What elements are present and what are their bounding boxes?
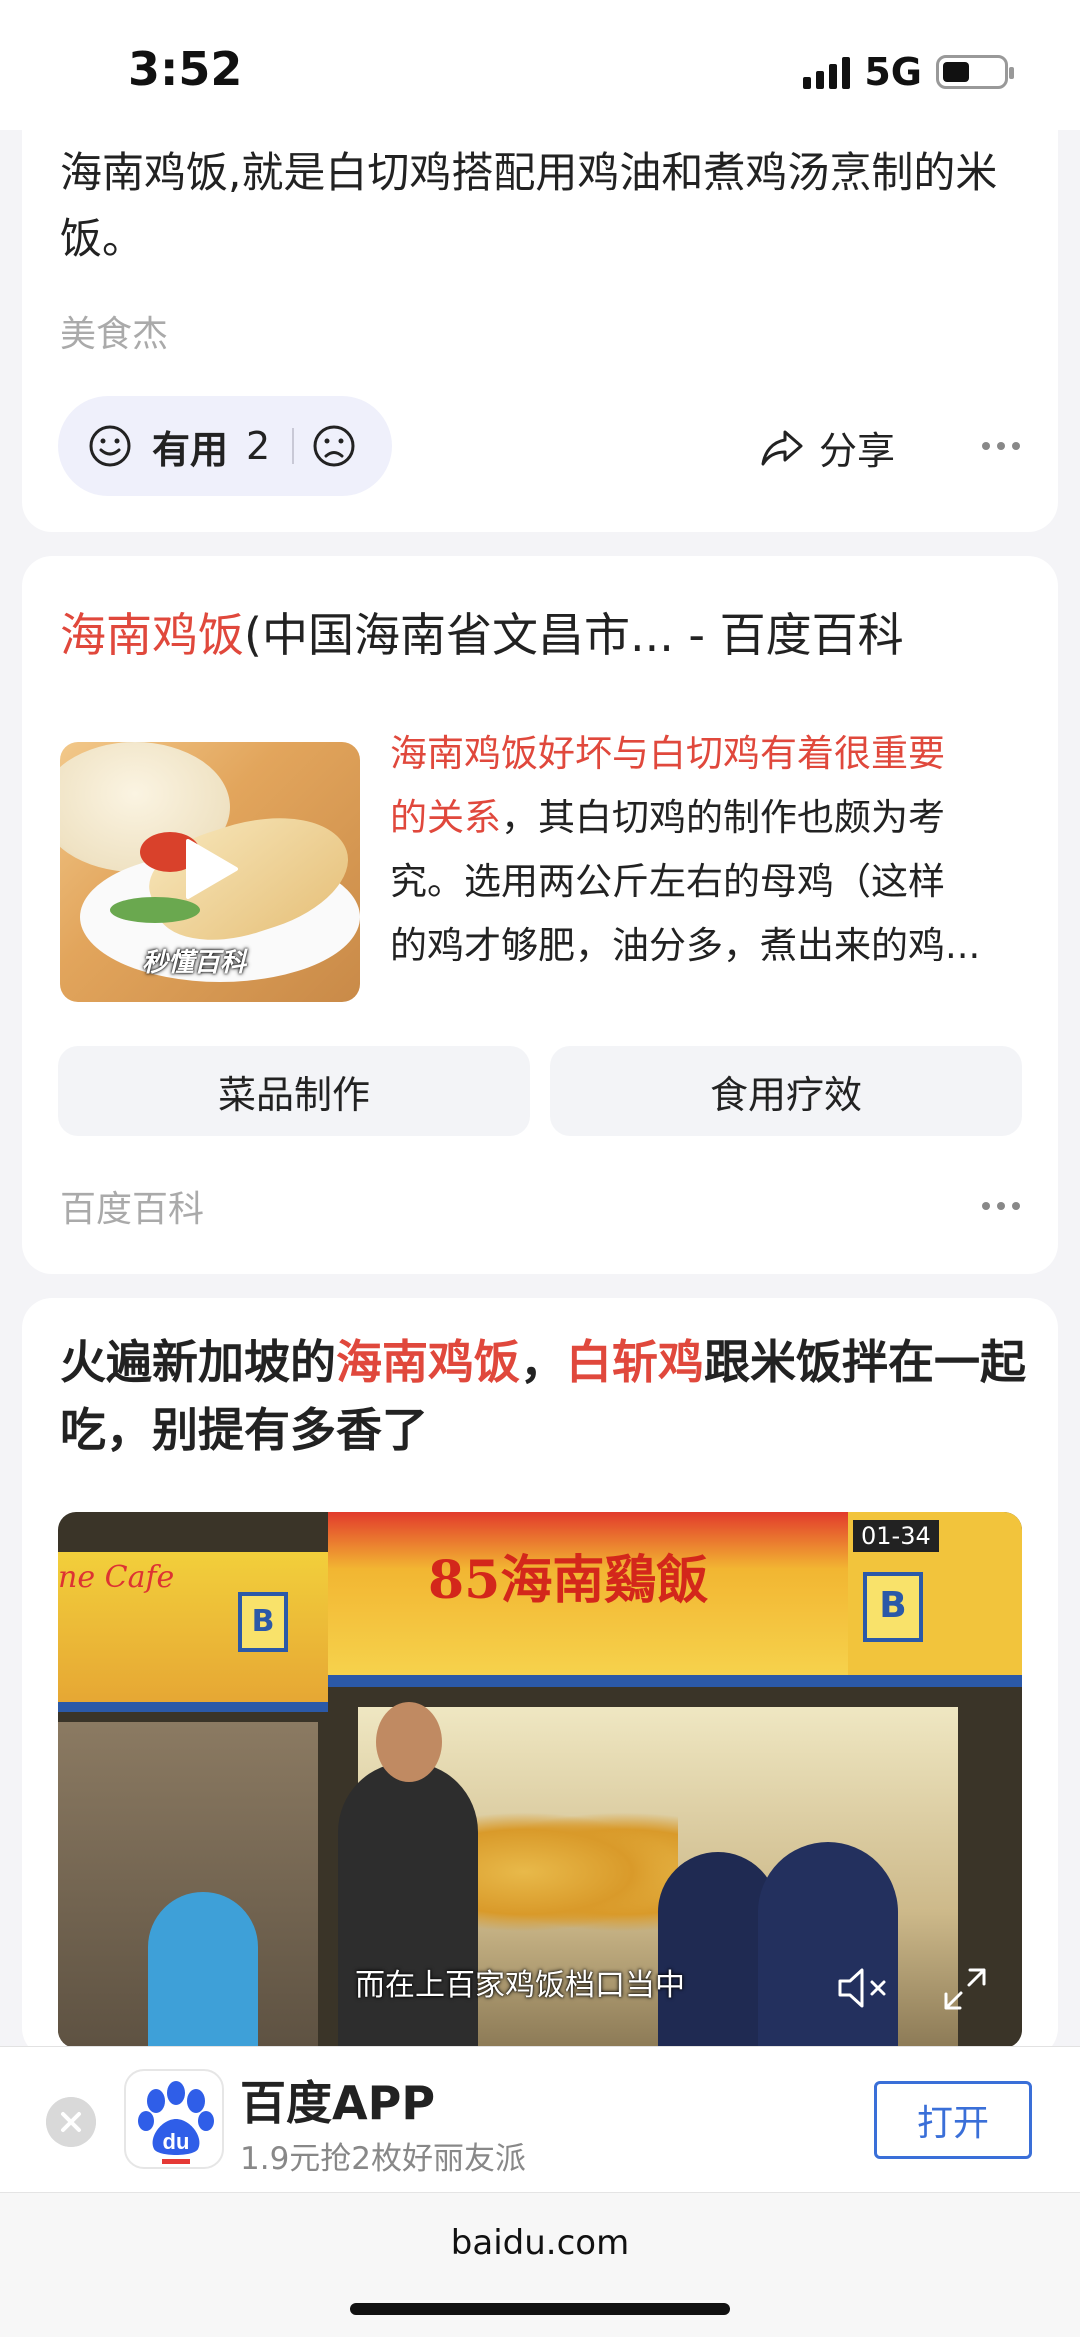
answer-text: 海南鸡饭,就是白切鸡搭配用鸡油和煮鸡汤烹制的米饭。: [60, 148, 998, 263]
network-type: 5G: [864, 50, 922, 94]
summary-line: 海南鸡饭好坏与白切鸡有着很重要: [390, 732, 945, 775]
status-bar: 3:52 5G: [0, 0, 1080, 130]
baidu-app-logo: du: [124, 2069, 224, 2169]
smile-icon[interactable]: [88, 424, 132, 468]
thumb-brand-watermark: 秒懂百科: [142, 948, 247, 978]
video-card[interactable]: 火遍新加坡的海南鸡饭，白斩鸡跟米饭拌在一起吃，别提有多香了 ne Cafe B …: [22, 1298, 1058, 2058]
useful-count: 2: [246, 424, 271, 468]
more-options-icon[interactable]: [982, 442, 1020, 450]
summary-line: 的鸡才够肥，油分多，煮出来的鸡...: [390, 924, 981, 967]
frown-icon[interactable]: [312, 424, 356, 468]
video-stall-sign: 85海南鷄飯: [428, 1550, 709, 1611]
summary-line: 的关系，其白切鸡的制作也颇为考: [390, 796, 945, 839]
feedback-pill: 有用 2: [58, 396, 392, 496]
app-name: 百度APP: [240, 2076, 436, 2130]
baike-title[interactable]: 海南鸡饭(中国海南省文昌市... - 百度百科: [60, 606, 904, 664]
close-icon[interactable]: [46, 2097, 96, 2147]
video-player[interactable]: ne Cafe B 85海南鷄飯 01-34 B 而在上百家鸡饭档口当中: [58, 1512, 1022, 2048]
app-promo-text: 1.9元抢2枚好丽友派: [240, 2141, 527, 2177]
video-title[interactable]: 火遍新加坡的海南鸡饭，白斩鸡跟米饭拌在一起吃，别提有多香了: [60, 1328, 1030, 1464]
page: 3:52 5G 海南鸡饭,就是白切鸡搭配用鸡油和煮鸡汤烹制的米饭。 美食杰 有用…: [0, 0, 1080, 2337]
mute-icon[interactable]: [836, 1964, 892, 2012]
baike-source[interactable]: 百度百科: [60, 1180, 204, 1232]
video-cafe-sign: ne Cafe: [58, 1560, 175, 1595]
feedback-divider: [292, 428, 295, 464]
share-label: 分享: [819, 429, 896, 473]
svg-text:du: du: [163, 2129, 190, 2154]
url-text[interactable]: baidu.com: [0, 2223, 1080, 2263]
useful-button-label[interactable]: 有用: [152, 419, 228, 474]
baike-title-highlight: 海南鸡饭: [60, 608, 244, 662]
tag-button-dish-making[interactable]: 菜品制作: [58, 1046, 530, 1136]
more-options-icon[interactable]: [982, 1202, 1020, 1210]
open-app-button[interactable]: 打开: [874, 2081, 1032, 2159]
battery-icon: [936, 55, 1014, 89]
baike-summary: 海南鸡饭好坏与白切鸡有着很重要 的关系，其白切鸡的制作也颇为考 究。选用两公斤左…: [390, 722, 1040, 978]
tag-button-health-effects[interactable]: 食用疗效: [550, 1046, 1022, 1136]
share-button[interactable]: 分享: [759, 420, 895, 475]
signal-icon: [803, 55, 851, 89]
summary-line: 究。选用两公斤左右的母鸡（这样: [390, 860, 945, 903]
video-stall-letter-left: B: [238, 1592, 288, 1652]
home-indicator[interactable]: [350, 2303, 730, 2315]
browser-url-bar[interactable]: baidu.com: [0, 2192, 1080, 2337]
answer-source[interactable]: 美食杰: [60, 305, 168, 357]
baike-card[interactable]: 海南鸡饭(中国海南省文昌市... - 百度百科 秒懂百科 海南鸡饭好坏与白切鸡有…: [22, 556, 1058, 1274]
video-stall-letter: B: [863, 1572, 923, 1642]
status-icons: 5G: [803, 50, 1014, 94]
play-icon[interactable]: [182, 837, 240, 901]
fullscreen-icon[interactable]: [942, 1966, 988, 2012]
baike-title-rest: (中国海南省文昌市... - 百度百科: [244, 608, 904, 662]
video-stall-number: 01-34: [853, 1520, 939, 1552]
app-download-banner: du 百度APP 1.9元抢2枚好丽友派 打开: [0, 2046, 1080, 2192]
status-time: 3:52: [128, 42, 243, 96]
answer-card[interactable]: 海南鸡饭,就是白切鸡搭配用鸡油和煮鸡汤烹制的米饭。 美食杰 有用 2 分享: [22, 100, 1058, 532]
share-icon: [761, 430, 803, 465]
baike-video-thumbnail[interactable]: 秒懂百科: [60, 742, 360, 1002]
